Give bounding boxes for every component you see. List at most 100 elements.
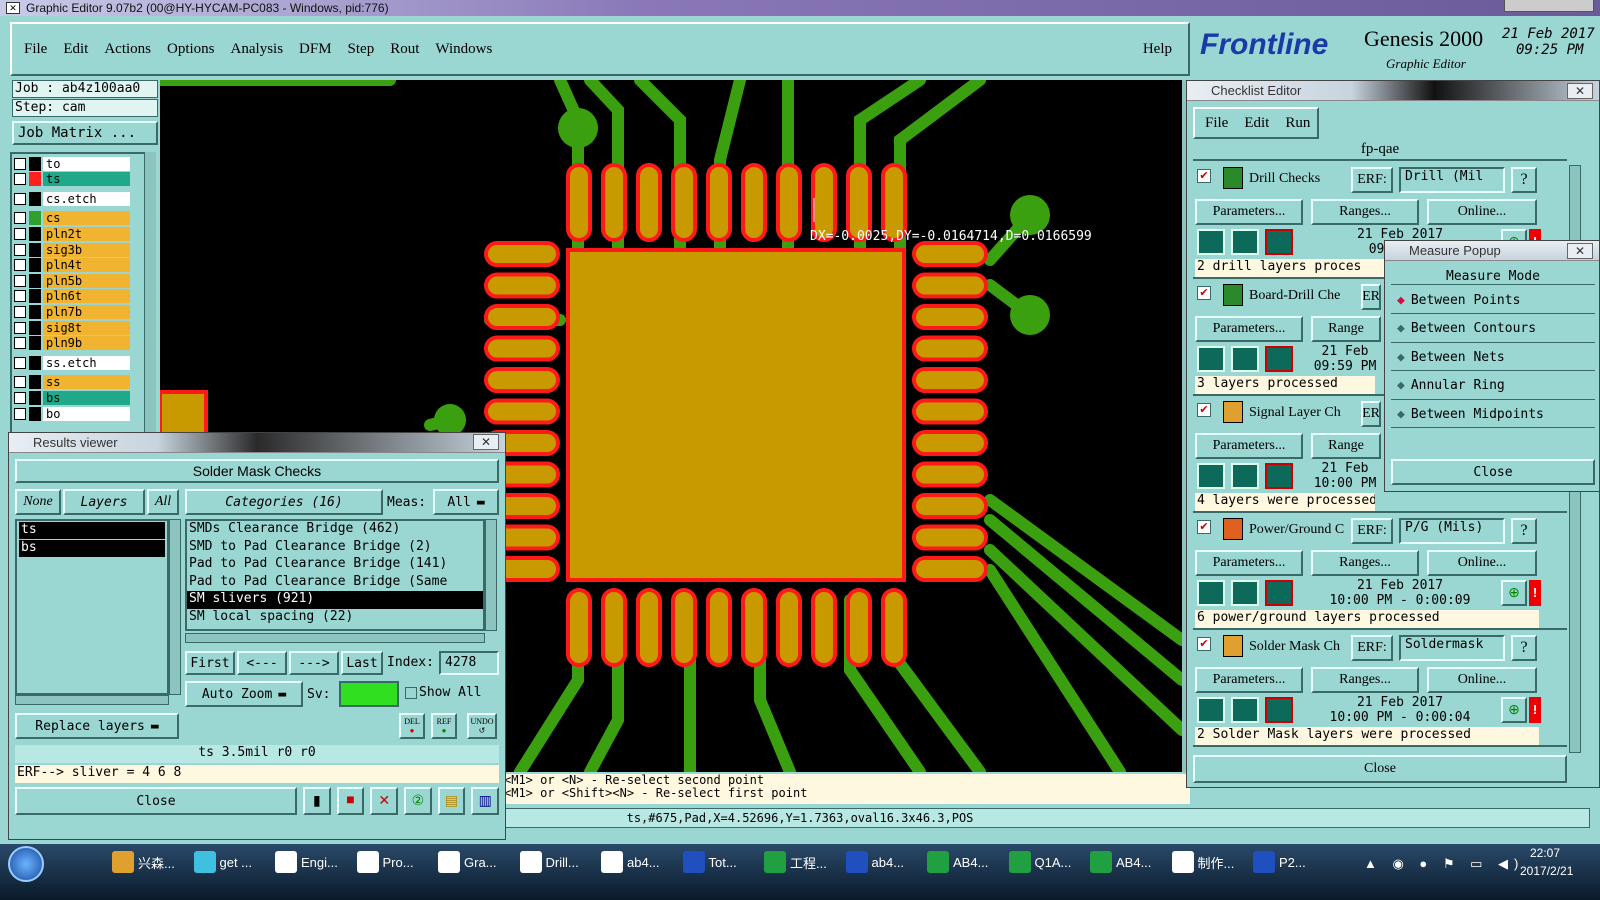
layer-color-swatch[interactable] (29, 172, 41, 187)
highlight-icon[interactable]: ■ (336, 787, 365, 815)
first-button[interactable]: First (185, 651, 235, 675)
help-button[interactable]: ? (1511, 167, 1537, 193)
sv-color-select[interactable] (339, 681, 399, 707)
category-item[interactable]: Pad to Pad Clearance Bridge (Same (187, 574, 483, 592)
menu-file[interactable]: File (24, 41, 47, 58)
parameters-button[interactable]: Parameters... (1195, 550, 1303, 576)
last-button[interactable]: Last (341, 651, 383, 675)
categories-button[interactable]: Categories (16) (185, 489, 383, 515)
layers-button[interactable]: Layers (63, 489, 145, 515)
layer-scrollbar[interactable] (144, 152, 156, 440)
layer-row[interactable]: sig8t (14, 320, 130, 335)
number-icon[interactable]: ② (404, 787, 432, 815)
start-button[interactable] (8, 846, 44, 882)
del-icon[interactable]: DEL ● (399, 713, 425, 739)
run-all-icon[interactable] (1231, 229, 1259, 255)
checklist-titlebar[interactable]: Checklist Editor ✕ (1187, 81, 1599, 101)
menu-help[interactable]: Help (1143, 41, 1172, 58)
undo-icon[interactable]: UNDO ↺ (467, 713, 497, 739)
layer-color-swatch[interactable] (29, 304, 41, 319)
show-all-checkbox[interactable] (405, 687, 417, 699)
help-button[interactable]: ? (1511, 635, 1537, 661)
layer-checkbox[interactable] (14, 391, 26, 404)
erf-button[interactable]: ERF: (1351, 635, 1393, 661)
layer-checkbox[interactable] (14, 212, 26, 225)
taskbar-item[interactable]: 制作... (1171, 844, 1250, 880)
ranges-button[interactable]: Range (1311, 316, 1381, 342)
category-item[interactable]: SM slivers (921) (187, 591, 483, 609)
taskbar-item[interactable]: P2... (1253, 844, 1331, 880)
menu-edit[interactable]: Edit (63, 41, 88, 58)
taskbar-item[interactable]: Engi... (275, 844, 353, 880)
check-enable-checkbox[interactable]: ✔ (1197, 286, 1211, 300)
layer-color-swatch[interactable] (29, 211, 41, 226)
erf-button[interactable]: ER (1361, 284, 1381, 310)
category-item[interactable]: Pad to Pad Clearance Bridge (141) (187, 556, 483, 574)
online-button[interactable]: Online... (1427, 550, 1537, 576)
category-item[interactable]: SM local spacing (22) (187, 609, 483, 627)
checklist-menu-run[interactable]: Run (1285, 115, 1310, 132)
layer-row[interactable]: bo (14, 406, 130, 421)
close-icon[interactable]: ✕ (473, 434, 499, 450)
layer-checkbox[interactable] (14, 157, 26, 170)
taskbar-item[interactable]: AB4... (1090, 844, 1168, 880)
run-icon[interactable] (1197, 580, 1225, 606)
layer-color-swatch[interactable] (29, 406, 41, 421)
taskbar-item[interactable]: Q1A... (1008, 844, 1087, 880)
layer-checkbox[interactable] (14, 305, 26, 318)
close-icon[interactable]: ✕ (1567, 243, 1593, 259)
erf-button[interactable]: ERF: (1351, 518, 1393, 544)
layer-checkbox[interactable] (14, 407, 26, 420)
layer-checkbox[interactable] (14, 321, 26, 334)
layer-color-swatch[interactable] (29, 258, 41, 273)
layer-checkbox[interactable] (14, 337, 26, 350)
layer-checkbox[interactable] (14, 376, 26, 389)
layer-checkbox[interactable] (14, 259, 26, 272)
run-all-icon[interactable] (1231, 463, 1259, 489)
measure-close-button[interactable]: Close (1391, 459, 1595, 485)
checklist-menu-file[interactable]: File (1205, 115, 1228, 132)
menu-dfm[interactable]: DFM (299, 41, 332, 58)
check-name[interactable]: Solder Mask Ch (1249, 639, 1349, 655)
close-icon[interactable]: ✕ (1567, 83, 1593, 99)
check-enable-checkbox[interactable]: ✔ (1197, 403, 1211, 417)
stop-icon[interactable] (1265, 346, 1293, 372)
zoom-icon[interactable]: ⊕ (1501, 580, 1527, 606)
check-name[interactable]: Board-Drill Che (1249, 288, 1361, 304)
measure-option[interactable]: ◆ Between Midpoints (1391, 401, 1595, 428)
taskbar-item[interactable]: Pro... (356, 844, 435, 880)
run-icon[interactable] (1197, 697, 1225, 723)
parameters-button[interactable]: Parameters... (1195, 667, 1303, 693)
category-scroll[interactable] (485, 519, 497, 631)
taskbar-item[interactable]: Tot... (682, 844, 761, 880)
window-controls[interactable] (1504, 0, 1594, 12)
result-layer-list[interactable]: ts bs (15, 519, 169, 695)
layer-row[interactable]: pln5b (14, 273, 130, 288)
layer-checkbox[interactable] (14, 274, 26, 287)
check-enable-checkbox[interactable]: ✔ (1197, 520, 1211, 534)
tray-icons[interactable]: ▲ ◉ ● ⚑ ▭ ◀) (1364, 856, 1524, 872)
menu-rout[interactable]: Rout (390, 41, 419, 58)
online-button[interactable]: Online... (1427, 667, 1537, 693)
auto-zoom-select[interactable]: Auto Zoom ▬ (185, 681, 303, 707)
stop-icon[interactable] (1265, 580, 1293, 606)
measure-option[interactable]: ◆ Between Contours (1391, 316, 1595, 343)
layer-row[interactable]: cs (14, 211, 130, 226)
layer-color-swatch[interactable] (29, 355, 41, 370)
taskbar-item[interactable]: ab4... (601, 844, 679, 880)
parameters-button[interactable]: Parameters... (1195, 316, 1303, 342)
result-layer-scroll[interactable] (169, 519, 181, 695)
layer-checkbox[interactable] (14, 227, 26, 240)
job-matrix-button[interactable]: Job Matrix ... (12, 121, 158, 145)
ranges-button[interactable]: Ranges... (1311, 667, 1419, 693)
result-layer-hscroll[interactable] (15, 695, 169, 705)
taskbar-item[interactable]: 工程... (764, 844, 842, 880)
taskbar-item[interactable]: Gra... (438, 844, 516, 880)
run-all-icon[interactable] (1231, 346, 1259, 372)
check-enable-checkbox[interactable]: ✔ (1197, 637, 1211, 651)
category-item[interactable]: SMD to Pad Clearance Bridge (2) (187, 539, 483, 557)
tray-date[interactable]: 2017/2/21 (1520, 864, 1573, 878)
layer-row[interactable]: pln2t (14, 226, 130, 241)
layer-color-swatch[interactable] (29, 289, 41, 304)
layer-checkbox[interactable] (14, 356, 26, 369)
